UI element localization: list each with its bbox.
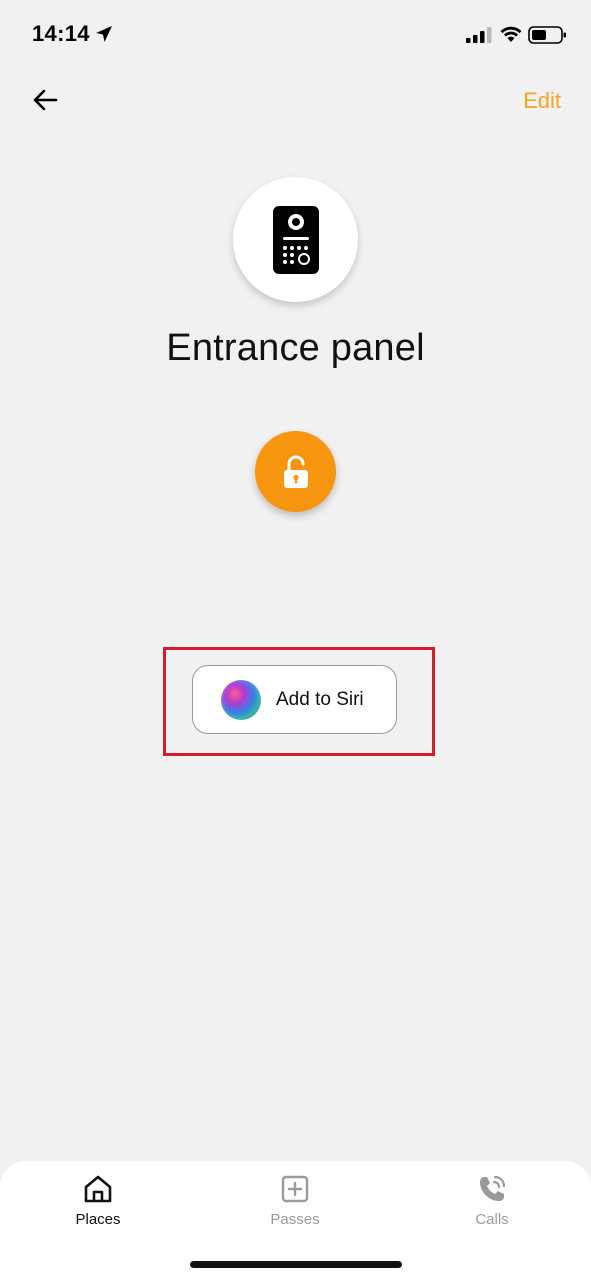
arrow-left-icon [33,89,58,111]
tab-passes[interactable]: Passes [235,1173,355,1228]
status-bar: 14:14 [0,0,591,70]
location-arrow-icon [96,26,112,42]
phone-icon [480,1175,506,1201]
tab-passes-label: Passes [270,1211,320,1228]
add-to-siri-button[interactable]: Add to Siri [192,665,397,734]
back-button[interactable] [26,82,66,118]
siri-orb-icon [221,679,261,720]
edit-button[interactable]: Edit [523,88,561,114]
add-to-siri-label: Add to Siri [276,688,364,710]
device-avatar [233,177,358,302]
tab-calls[interactable]: Calls [432,1173,552,1228]
cellular-signal-icon [466,27,492,43]
tab-places-label: Places [75,1211,121,1228]
add-square-icon [281,1175,309,1203]
wifi-icon [500,26,522,42]
device-title: Entrance panel [166,327,425,369]
home-icon [84,1175,112,1203]
battery-icon [528,26,566,44]
intercom-panel-icon [272,205,319,274]
unlock-button[interactable] [255,431,336,512]
unlocked-padlock-icon [283,455,308,488]
tab-calls-label: Calls [475,1211,509,1228]
tab-places[interactable]: Places [38,1173,158,1228]
home-indicator[interactable] [190,1261,402,1268]
status-time: 14:14 [32,21,90,46]
